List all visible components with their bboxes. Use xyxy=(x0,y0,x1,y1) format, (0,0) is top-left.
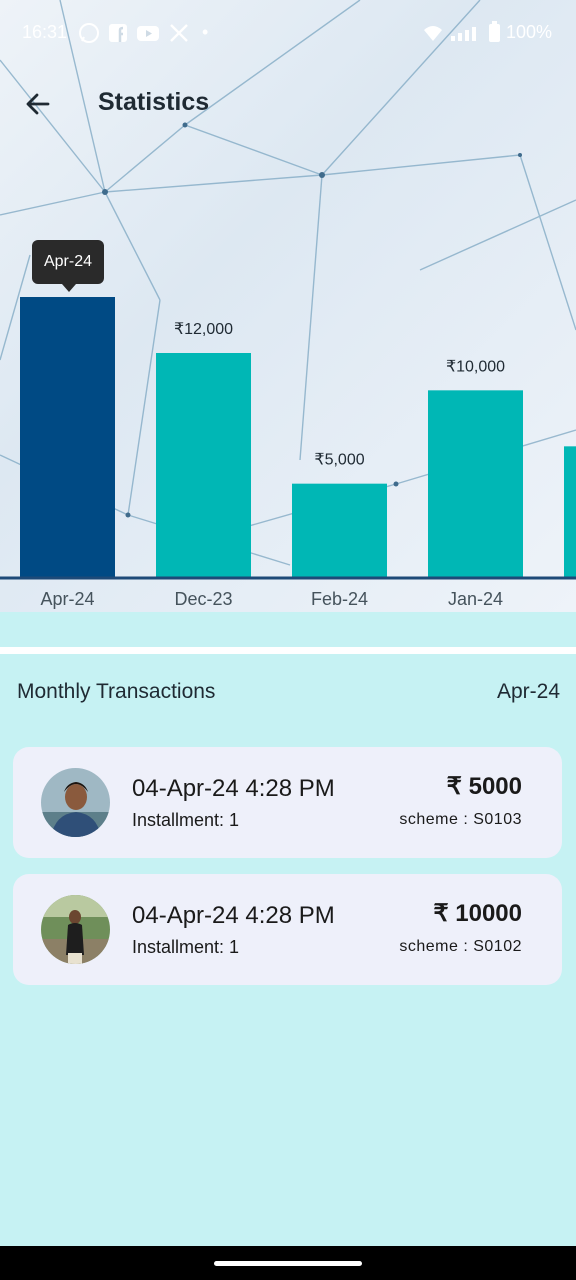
chart-x-tick-label: Apr-24 xyxy=(40,589,94,609)
section-month: Apr-24 xyxy=(496,680,560,703)
facebook-icon xyxy=(109,24,127,42)
avatar xyxy=(41,895,110,964)
section-divider xyxy=(0,647,576,654)
notification-dot: • xyxy=(202,22,209,42)
x-icon xyxy=(170,24,188,42)
page-title: Statistics xyxy=(98,88,210,116)
transaction-datetime: 04-Apr-24 4:28 PM xyxy=(132,902,335,929)
status-right: 100% xyxy=(423,20,552,43)
app-bar: Statistics xyxy=(0,78,576,130)
home-gesture-handle[interactable] xyxy=(214,1261,362,1266)
transaction-card[interactable]: 04-Apr-24 4:28 PM Installment: 1 ₹ 10000… xyxy=(13,874,562,985)
chart-bar-partial[interactable] xyxy=(564,446,576,577)
chart-bar-apr-24[interactable] xyxy=(20,297,115,577)
avatar xyxy=(41,768,110,837)
section-title: Monthly Transactions xyxy=(17,680,216,703)
transaction-scheme: scheme : S0102 xyxy=(399,938,522,955)
chart-bar-jan-24[interactable] xyxy=(428,390,523,577)
battery-icon xyxy=(488,20,500,42)
back-arrow-icon[interactable] xyxy=(20,86,56,122)
status-time: 16:31 xyxy=(22,22,68,42)
chart-tooltip: Apr-24 xyxy=(32,240,104,292)
transaction-amount: ₹ 10000 xyxy=(433,900,522,927)
chart-data-label: ₹5,000 xyxy=(314,452,364,469)
chart-bar-feb-24[interactable] xyxy=(292,483,387,577)
transaction-card[interactable]: 04-Apr-24 4:28 PM Installment: 1 ₹ 5000 … xyxy=(13,747,562,858)
battery-level: 100% xyxy=(505,22,552,42)
bar-chart[interactable]: Apr-24 ₹12,000 Dec-23 ₹5,000 Feb-24 ₹10,000 Ja… xyxy=(0,230,576,612)
wifi-icon xyxy=(423,25,442,41)
transaction-amount: ₹ 5000 xyxy=(446,773,522,800)
chart-x-tick-label: Feb-24 xyxy=(311,589,368,609)
statistics-header-area: 16:31 • 100% Statistics Apr-24 ₹12,000 D… xyxy=(0,0,576,612)
youtube-icon xyxy=(137,26,159,41)
chart-x-tick-label: Jan-24 xyxy=(448,589,503,609)
transaction-datetime: 04-Apr-24 4:28 PM xyxy=(132,775,335,802)
transaction-scheme: scheme : S0103 xyxy=(399,811,522,828)
transaction-installment: Installment: 1 xyxy=(132,810,240,830)
status-bar: 16:31 • 100% xyxy=(0,16,576,50)
system-nav-bar xyxy=(0,1246,576,1280)
chart-x-tick-label: Dec-23 xyxy=(174,589,232,609)
chart-data-label: ₹12,000 xyxy=(174,321,233,338)
signal-icon xyxy=(450,26,476,41)
chart-bar-dec-23[interactable] xyxy=(156,353,251,577)
chart-data-label: ₹10,000 xyxy=(446,358,505,375)
transaction-installment: Installment: 1 xyxy=(132,937,240,957)
whatsapp-icon xyxy=(79,23,99,43)
